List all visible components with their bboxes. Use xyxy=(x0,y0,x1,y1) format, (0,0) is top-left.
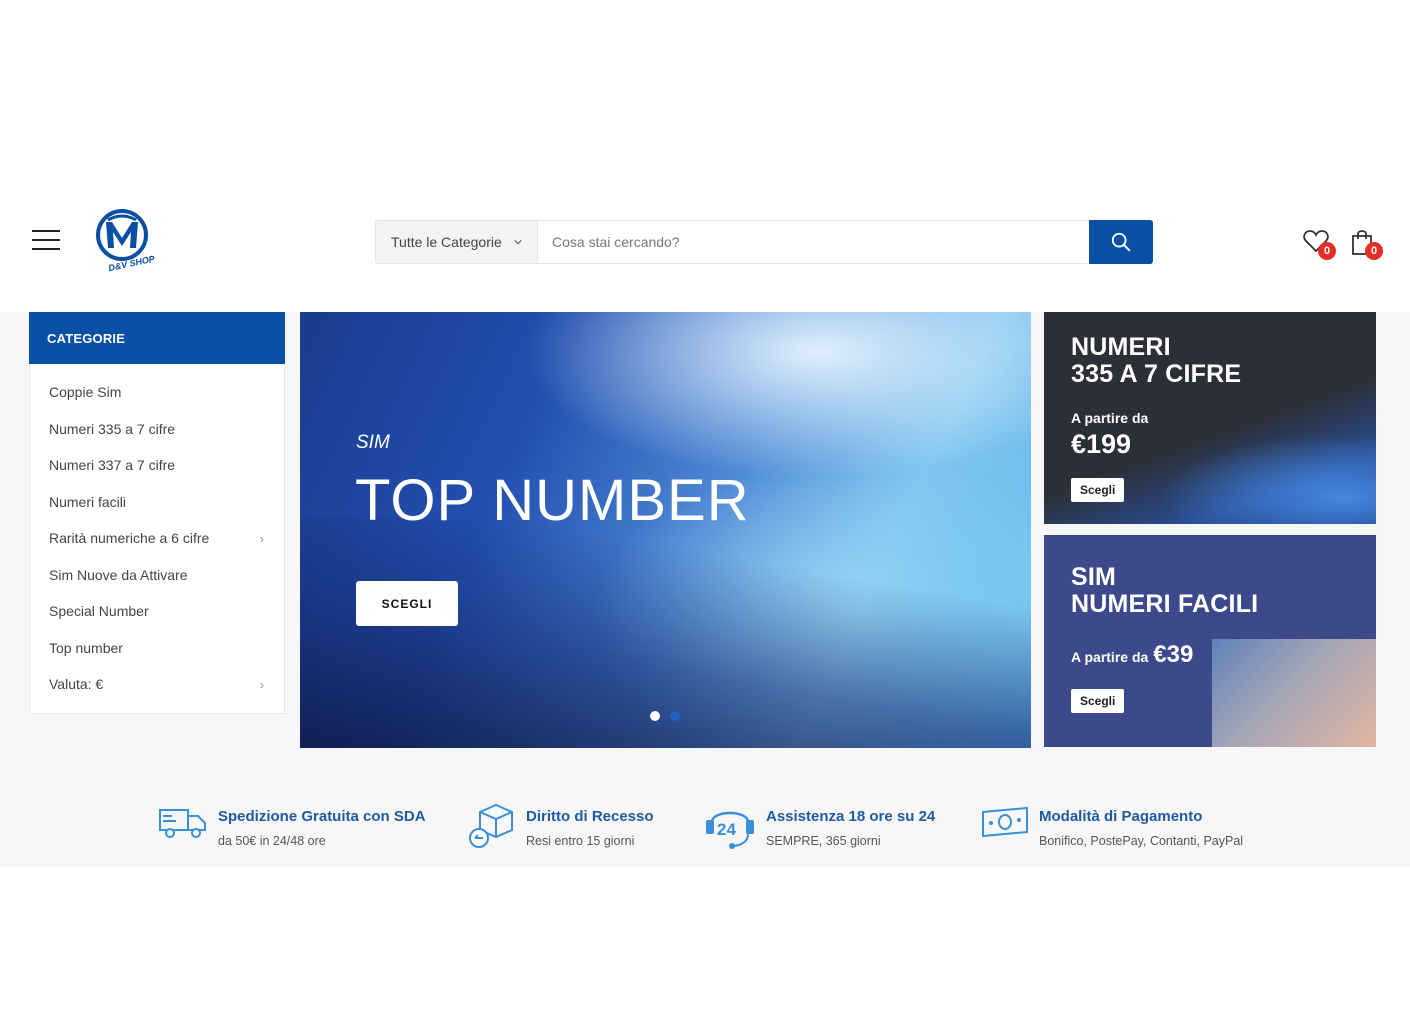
category-item[interactable]: Coppie Sim xyxy=(30,374,284,411)
support-24-icon: 24 xyxy=(706,811,754,849)
promo-from-label: A partire da xyxy=(1071,649,1149,665)
feature-description: Bonifico, PostePay, Contanti, PayPal xyxy=(1039,834,1244,848)
truck-icon xyxy=(159,809,206,838)
chevron-down-icon xyxy=(514,240,522,245)
category-item[interactable]: Sim Nuove da Attivare xyxy=(30,557,284,594)
wishlist-count-badge: 0 xyxy=(1318,242,1336,260)
promo-choose-button[interactable]: Scegli xyxy=(1071,689,1125,713)
promo-banner-335[interactable]: NUMERI 335 A 7 CIFRE A partire da €199 Sc… xyxy=(1044,312,1376,524)
category-select[interactable]: Tutte le Categorie xyxy=(376,221,538,263)
page: D&V SHOP Tutte le Categorie 0 xyxy=(0,0,1410,1034)
promo-choose-button[interactable]: Scegli xyxy=(1071,478,1125,502)
feature-title: Spedizione Gratuita con SDA xyxy=(218,808,426,825)
category-item[interactable]: Valuta: € › xyxy=(30,666,284,703)
feature-support: 24 Assistenza 18 ore su 24 SEMPRE, 365 g… xyxy=(704,802,935,850)
category-item[interactable]: Numeri 335 a 7 cifre xyxy=(30,411,284,448)
logo[interactable]: D&V SHOP xyxy=(94,208,160,278)
categories-list: Coppie Sim Numeri 335 a 7 cifre Numeri 3… xyxy=(30,364,284,703)
feature-title: Modalità di Pagamento xyxy=(1039,808,1203,825)
hero-slider[interactable]: SIM TOP NUMBER SCEGLI xyxy=(300,312,1031,748)
promo-banner-numeri-facili[interactable]: SIM NUMERI FACILI A partire da €39 Scegli xyxy=(1044,535,1376,747)
promo-price: €39 xyxy=(1153,641,1194,668)
search-input[interactable] xyxy=(538,221,1089,263)
promo-title: SIM NUMERI FACILI xyxy=(1071,563,1259,618)
promo-from-label: A partire da xyxy=(1071,410,1149,426)
sidebar-title: CATEGORIE xyxy=(29,312,285,364)
slider-dot-1[interactable] xyxy=(650,711,660,721)
menu-icon[interactable] xyxy=(32,230,60,254)
hero-title: TOP NUMBER xyxy=(355,468,750,533)
feature-description: SEMPRE, 365 giorni xyxy=(766,834,881,848)
category-item[interactable]: Rarità numeriche a 6 cifre › xyxy=(30,520,284,557)
site-header: D&V SHOP Tutte le Categorie 0 xyxy=(0,190,1410,312)
chevron-right-icon: › xyxy=(259,530,264,546)
feature-shipping: Spedizione Gratuita con SDA da 50€ in 24… xyxy=(158,802,426,848)
svg-text:24: 24 xyxy=(717,820,736,839)
promo-price-row: A partire da €39 xyxy=(1071,641,1193,669)
wishlist-button[interactable]: 0 xyxy=(1302,228,1336,260)
feature-title: Assistenza 18 ore su 24 xyxy=(766,808,936,825)
promo-decoration xyxy=(1212,639,1376,747)
category-item[interactable]: Top number xyxy=(30,630,284,667)
search-button[interactable] xyxy=(1089,220,1153,264)
hero-cta-button[interactable]: SCEGLI xyxy=(356,581,458,626)
chevron-right-icon: › xyxy=(259,676,264,692)
feature-returns: Diritto di Recesso Resi entro 15 giorni xyxy=(466,802,654,850)
slider-dots xyxy=(650,711,680,721)
promo-price: €199 xyxy=(1071,429,1132,459)
categories-sidebar: CATEGORIE Coppie Sim Numeri 335 a 7 cifr… xyxy=(29,312,285,714)
category-item[interactable]: Numeri 337 a 7 cifre xyxy=(30,447,284,484)
category-select-label: Tutte le Categorie xyxy=(391,234,502,250)
search-icon xyxy=(1111,232,1131,252)
feature-title: Diritto di Recesso xyxy=(526,808,654,825)
money-icon xyxy=(982,806,1028,838)
feature-description: Resi entro 15 giorni xyxy=(526,834,635,848)
promo-title: NUMERI 335 A 7 CIFRE xyxy=(1071,333,1242,388)
main-band: CATEGORIE Coppie Sim Numeri 335 a 7 cifr… xyxy=(0,312,1410,867)
hero-subtitle: SIM xyxy=(356,432,390,453)
search-bar: Tutte le Categorie xyxy=(375,220,1153,264)
category-item[interactable]: Special Number xyxy=(30,593,284,630)
cart-button[interactable]: 0 xyxy=(1349,228,1383,260)
slider-dot-2[interactable] xyxy=(670,711,680,721)
return-box-icon xyxy=(469,803,513,848)
cart-count-badge: 0 xyxy=(1365,242,1383,260)
category-item[interactable]: Numeri facili xyxy=(30,484,284,521)
feature-payment: Modalità di Pagamento Bonifico, PostePay… xyxy=(981,802,1243,848)
feature-description: da 50€ in 24/48 ore xyxy=(218,834,326,848)
